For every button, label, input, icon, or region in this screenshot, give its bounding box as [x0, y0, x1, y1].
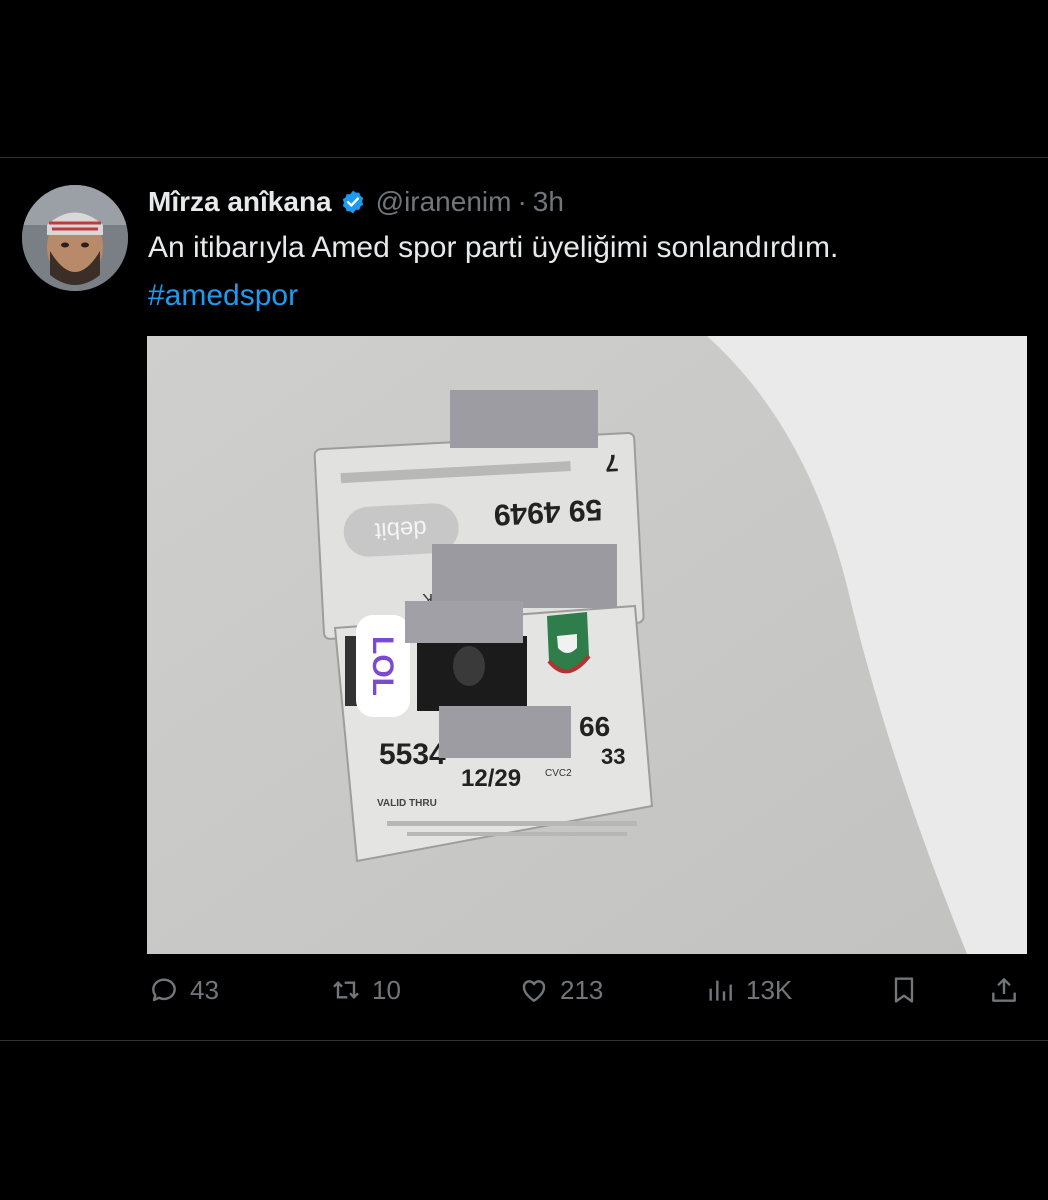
- author-handle[interactable]: @iranenim: [376, 186, 512, 218]
- hashtag-link[interactable]: #amedspor: [148, 276, 298, 316]
- tweet-media-photo[interactable]: debit 59 4949 7 5534 66 33 12/29 CVC2 VA…: [147, 336, 1027, 954]
- top-divider: [0, 157, 1048, 158]
- tweet-actions: 43 10 213 13K: [148, 968, 1028, 1012]
- redaction-block: [432, 544, 617, 608]
- display-name[interactable]: Mîrza anîkana: [148, 186, 332, 218]
- redaction-block: [450, 390, 598, 448]
- reply-count: 43: [190, 974, 219, 1005]
- card-debit-label: debit: [374, 515, 428, 545]
- card-main-number: 5534: [379, 738, 446, 771]
- bottom-divider: [0, 1040, 1048, 1041]
- share-button[interactable]: [988, 968, 1020, 1012]
- card-top-number: 59 4949: [493, 492, 603, 531]
- retweet-count: 10: [372, 974, 401, 1005]
- tweet-text: An itibarıyla Amed spor parti üyeliğimi …: [148, 231, 839, 264]
- card-cvc-label: CVC2: [545, 768, 572, 779]
- views-chart-icon: [709, 980, 732, 1001]
- card-cvc-value: 33: [601, 744, 625, 769]
- separator-dot: ·: [517, 186, 527, 217]
- reply-icon: [152, 978, 176, 1002]
- bookmark-icon: [894, 977, 914, 1003]
- retweet-button[interactable]: 10: [330, 968, 401, 1012]
- card-number-end: 66: [579, 711, 610, 742]
- bookmark-button[interactable]: [888, 968, 920, 1012]
- like-count: 213: [560, 974, 604, 1005]
- like-button[interactable]: 213: [518, 968, 603, 1012]
- view-count: 13K: [746, 974, 793, 1005]
- views-button[interactable]: 13K: [704, 968, 792, 1012]
- card-top-digit: 7: [604, 449, 619, 477]
- heart-icon: [522, 980, 546, 1002]
- card-valid-thru: VALID THRU: [377, 798, 437, 809]
- tweet-timestamp[interactable]: 3h: [533, 186, 564, 218]
- redaction-block: [405, 601, 523, 643]
- retweet-icon: [333, 980, 359, 1000]
- lol-sticker: LOL: [366, 636, 399, 696]
- reply-button[interactable]: 43: [148, 968, 219, 1012]
- broken-card-photo: debit 59 4949 7 5534 66 33 12/29 CVC2 VA…: [147, 336, 1027, 954]
- tweet-header: Mîrza anîkana @iranenim · 3h: [148, 183, 564, 221]
- avatar-image: [22, 185, 128, 291]
- verified-badge-icon: [342, 190, 363, 214]
- avatar[interactable]: [22, 185, 128, 291]
- card-expiry: 12/29: [461, 765, 521, 792]
- redaction-block: [439, 706, 571, 758]
- share-icon: [992, 978, 1016, 1002]
